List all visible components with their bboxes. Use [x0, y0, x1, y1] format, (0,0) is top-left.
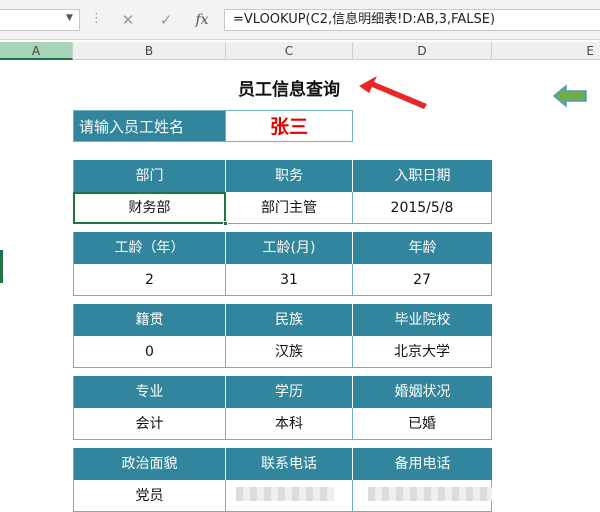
- header-cell: 民族: [226, 304, 353, 336]
- sheet-title: 员工信息查询: [238, 80, 340, 100]
- header-cell: 备用电话: [353, 448, 492, 480]
- red-pointer-arrow-icon: [359, 76, 427, 109]
- value-cell[interactable]: 27: [353, 264, 492, 296]
- value-cell[interactable]: 部门主管: [226, 192, 353, 224]
- value-cell[interactable]: 本科: [226, 408, 353, 440]
- column-header-e[interactable]: E: [492, 42, 600, 60]
- header-cell: 学历: [226, 376, 353, 408]
- header-cell: 工龄(月): [226, 232, 353, 264]
- value-cell[interactable]: 北京大学: [353, 336, 492, 368]
- value-cell[interactable]: 0: [73, 336, 226, 368]
- back-arrow-icon[interactable]: [552, 84, 588, 108]
- value-cell-selected[interactable]: 财务部: [73, 192, 226, 224]
- grip-icon: ⋮: [90, 11, 103, 26]
- header-cell: 专业: [73, 376, 226, 408]
- value-cell[interactable]: 党员: [73, 480, 226, 512]
- header-cell: 婚姻状况: [353, 376, 492, 408]
- cancel-x-icon[interactable]: ✕: [114, 9, 142, 31]
- column-header-b[interactable]: B: [73, 42, 226, 60]
- column-header-c[interactable]: C: [226, 42, 353, 60]
- header-cell: 政治面貌: [73, 448, 226, 480]
- value-cell[interactable]: 31: [226, 264, 353, 296]
- header-cell: 入职日期: [353, 160, 492, 192]
- header-cell: 籍贯: [73, 304, 226, 336]
- value-cell[interactable]: 2015/5/8: [353, 192, 492, 224]
- redaction-blur: [368, 487, 492, 501]
- insert-function-button[interactable]: fx: [188, 9, 216, 31]
- value-cell[interactable]: 2: [73, 264, 226, 296]
- header-cell: 职务: [226, 160, 353, 192]
- column-header-d[interactable]: D: [353, 42, 492, 60]
- formula-bar: ▼ ⋮ ✕ ✓ fx =VLOOKUP(C2,信息明细表!D:AB,3,FALS…: [0, 0, 600, 40]
- chevron-down-icon[interactable]: ▼: [66, 13, 73, 23]
- header-cell: 部门: [73, 160, 226, 192]
- header-cell: 联系电话: [226, 448, 353, 480]
- value-cell[interactable]: 会计: [73, 408, 226, 440]
- header-cell: 毕业院校: [353, 304, 492, 336]
- header-cell: 年龄: [353, 232, 492, 264]
- column-header-a[interactable]: A: [0, 42, 73, 60]
- value-cell[interactable]: 已婚: [353, 408, 492, 440]
- active-row-marker: [0, 250, 3, 283]
- fill-handle[interactable]: [223, 221, 228, 226]
- value-cell[interactable]: 汉族: [226, 336, 353, 368]
- redaction-blur: [236, 487, 334, 501]
- header-cell: 工龄（年）: [73, 232, 226, 264]
- employee-name-input[interactable]: 张三: [226, 110, 353, 142]
- formula-input[interactable]: =VLOOKUP(C2,信息明细表!D:AB,3,FALSE): [224, 9, 600, 31]
- employee-name-label: 请输入员工姓名: [73, 110, 226, 142]
- check-icon[interactable]: ✓: [152, 9, 180, 31]
